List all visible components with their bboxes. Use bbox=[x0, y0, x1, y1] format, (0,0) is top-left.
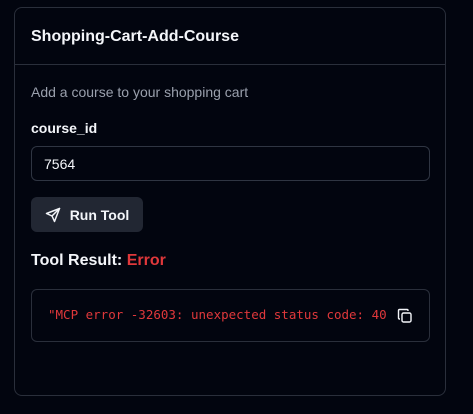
card-header: Shopping-Cart-Add-Course bbox=[15, 8, 445, 65]
tool-card: Shopping-Cart-Add-Course Add a course to… bbox=[14, 7, 446, 396]
tool-result-label: Tool Result: bbox=[31, 252, 123, 269]
tool-description: Add a course to your shopping cart bbox=[31, 84, 249, 100]
copy-icon[interactable] bbox=[397, 308, 413, 324]
tool-title: Shopping-Cart-Add-Course bbox=[31, 28, 239, 45]
tool-result-box: "MCP error -32603: unexpected status cod… bbox=[31, 289, 430, 342]
run-tool-label: Run Tool bbox=[69, 206, 130, 223]
tool-result-status: Error bbox=[126, 252, 166, 269]
course-id-input[interactable]: 7564 bbox=[31, 146, 430, 181]
card-body: Add a course to your shopping cart cours… bbox=[15, 84, 445, 342]
course-id-value: 7564 bbox=[44, 155, 76, 172]
course-id-label: course_id bbox=[31, 120, 98, 136]
run-tool-button[interactable]: Run Tool bbox=[31, 197, 143, 232]
send-icon bbox=[45, 207, 61, 223]
tool-result-message: "MCP error -32603: unexpected status cod… bbox=[48, 307, 387, 322]
tool-result-heading: Tool Result: Error bbox=[31, 252, 429, 272]
